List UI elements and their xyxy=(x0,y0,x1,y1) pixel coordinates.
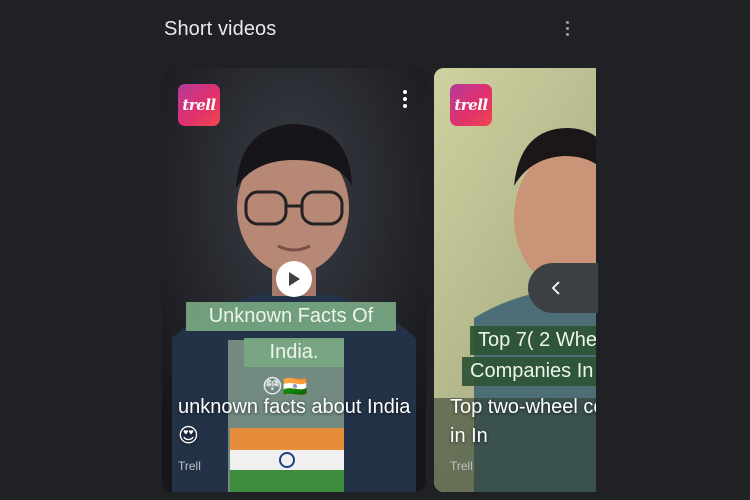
chevron-left-icon xyxy=(551,281,560,295)
video-source: Trell xyxy=(450,459,473,473)
more-vert-icon xyxy=(403,90,407,108)
overlay-banner: India. xyxy=(244,338,344,367)
overlay-banner: Top 7( 2 Whe xyxy=(470,326,596,355)
section-more-button[interactable] xyxy=(558,17,576,39)
card-more-button[interactable] xyxy=(398,88,412,110)
play-button[interactable] xyxy=(276,261,312,297)
overlay-banner: Unknown Facts Of xyxy=(186,302,396,331)
video-title: Top two-wheel companies in In xyxy=(450,396,596,447)
carousel-prev-button[interactable] xyxy=(528,263,598,313)
video-title: unknown facts about India 😍 xyxy=(178,396,411,447)
more-vert-icon xyxy=(565,20,569,36)
trell-logo: trell xyxy=(450,84,492,126)
trell-logo: trell xyxy=(178,84,220,126)
video-source: Trell xyxy=(178,459,201,473)
section-title: Short videos xyxy=(164,18,277,40)
overlay-banner: Companies In xyxy=(462,357,596,386)
video-card[interactable]: trell Unknown Facts Of India. 😳🇮🇳 unknow… xyxy=(162,68,426,492)
play-icon xyxy=(289,272,300,286)
